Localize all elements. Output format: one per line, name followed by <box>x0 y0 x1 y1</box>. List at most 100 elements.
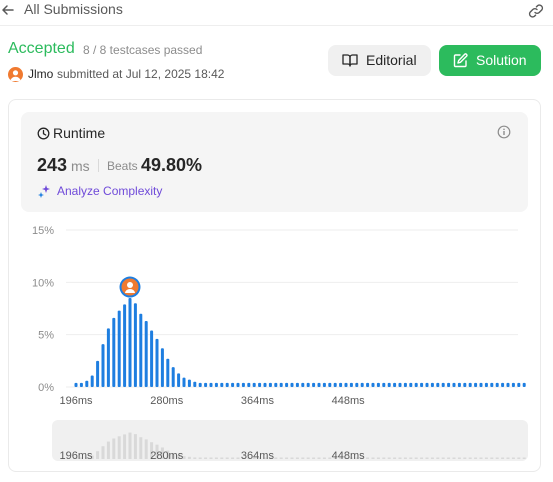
histogram-bar[interactable] <box>204 382 208 387</box>
histogram-bar[interactable] <box>522 382 526 387</box>
histogram-bar[interactable] <box>436 382 440 387</box>
histogram-bar[interactable] <box>339 382 343 387</box>
clock-icon <box>37 127 50 140</box>
histogram-bar[interactable] <box>474 382 478 387</box>
user-icon <box>10 70 21 81</box>
histogram-bar[interactable] <box>220 382 224 387</box>
histogram-bar[interactable] <box>123 304 127 387</box>
histogram-bar[interactable] <box>403 382 407 387</box>
username[interactable]: Jlmo <box>28 67 53 81</box>
histogram-bar[interactable] <box>236 382 240 387</box>
histogram-bar[interactable] <box>193 381 197 387</box>
histogram-bar[interactable] <box>177 373 181 387</box>
histogram-bar[interactable] <box>290 382 294 387</box>
histogram-bar[interactable] <box>344 382 348 387</box>
top-bar: All Submissions <box>0 0 553 26</box>
histogram-bar[interactable] <box>106 328 110 387</box>
histogram-bar[interactable] <box>90 375 94 387</box>
link-icon[interactable] <box>527 3 545 19</box>
histogram-bar[interactable] <box>333 382 337 387</box>
histogram-bar[interactable] <box>295 382 299 387</box>
beats-value: 49.80% <box>141 155 203 175</box>
histogram-bar[interactable] <box>128 298 132 387</box>
histogram-bar[interactable] <box>441 382 445 387</box>
all-submissions-link[interactable]: All Submissions <box>24 1 123 17</box>
histogram-bar[interactable] <box>79 382 83 387</box>
solution-button[interactable]: Solution <box>439 45 541 76</box>
histogram-bar[interactable] <box>166 358 170 387</box>
histogram-bar[interactable] <box>187 379 191 387</box>
histogram-bar[interactable] <box>312 382 316 387</box>
histogram-bar[interactable] <box>484 382 488 387</box>
histogram-bar[interactable] <box>301 382 305 387</box>
histogram-bar[interactable] <box>139 313 143 387</box>
histogram-bar[interactable] <box>214 382 218 387</box>
histogram-bar[interactable] <box>452 382 456 387</box>
histogram-bar[interactable] <box>133 303 137 387</box>
editorial-label: Editorial <box>366 52 417 68</box>
histogram-bar[interactable] <box>425 382 429 387</box>
histogram-bar[interactable] <box>225 382 229 387</box>
histogram-bar[interactable] <box>101 344 105 387</box>
histogram-bar[interactable] <box>252 382 256 387</box>
histogram-bar[interactable] <box>279 382 283 387</box>
histogram-bar[interactable] <box>112 317 116 387</box>
histogram-bar[interactable] <box>85 380 89 387</box>
histogram-bar[interactable] <box>231 382 235 387</box>
histogram-bar[interactable] <box>155 338 159 387</box>
histogram-bar[interactable] <box>285 382 289 387</box>
analyze-complexity-link[interactable]: Analyze Complexity <box>57 184 162 198</box>
histogram-bar[interactable] <box>328 382 332 387</box>
histogram-bar[interactable] <box>366 382 370 387</box>
histogram-bar[interactable] <box>463 382 467 387</box>
histogram-bar[interactable] <box>495 382 499 387</box>
histogram-bar[interactable] <box>468 382 472 387</box>
histogram-bar[interactable] <box>393 382 397 387</box>
histogram-bar[interactable] <box>382 382 386 387</box>
histogram-bar[interactable] <box>371 382 375 387</box>
histogram-bar[interactable] <box>355 382 359 387</box>
histogram-bar[interactable] <box>387 382 391 387</box>
arrow-left-icon[interactable] <box>1 3 15 17</box>
histogram-bar[interactable] <box>96 360 100 387</box>
info-icon[interactable] <box>497 125 511 139</box>
histogram-bar[interactable] <box>241 382 245 387</box>
histogram-bar[interactable] <box>506 382 510 387</box>
histogram-bar[interactable] <box>479 382 483 387</box>
histogram-bar[interactable] <box>182 377 186 387</box>
histogram-bar[interactable] <box>517 382 521 387</box>
histogram-bar[interactable] <box>457 382 461 387</box>
histogram-bar[interactable] <box>322 382 326 387</box>
histogram-bar[interactable] <box>430 382 434 387</box>
histogram-bar[interactable] <box>398 382 402 387</box>
histogram-bar[interactable] <box>209 382 213 387</box>
histogram-bar[interactable] <box>349 382 353 387</box>
histogram-bar[interactable] <box>447 382 451 387</box>
histogram-bar[interactable] <box>263 382 267 387</box>
histogram-bar[interactable] <box>74 382 78 387</box>
histogram-bar[interactable] <box>247 382 251 387</box>
histogram-bar[interactable] <box>501 382 505 387</box>
histogram-bar[interactable] <box>414 382 418 387</box>
histogram-bar[interactable] <box>160 348 164 387</box>
histogram-bar[interactable] <box>274 382 278 387</box>
edit-icon <box>453 53 468 68</box>
histogram-bar[interactable] <box>317 382 321 387</box>
editorial-button[interactable]: Editorial <box>328 45 431 76</box>
histogram-bar[interactable] <box>258 382 262 387</box>
histogram-bar[interactable] <box>511 382 515 387</box>
histogram-bar[interactable] <box>117 310 121 387</box>
chart-navigator[interactable] <box>52 420 528 461</box>
histogram-bar[interactable] <box>490 382 494 387</box>
histogram-bar[interactable] <box>171 367 175 387</box>
histogram-bar[interactable] <box>360 382 364 387</box>
histogram-bar[interactable] <box>150 330 154 387</box>
histogram-bar[interactable] <box>409 382 413 387</box>
histogram-bar[interactable] <box>144 321 148 387</box>
histogram-bar[interactable] <box>420 382 424 387</box>
avatar[interactable] <box>8 67 23 82</box>
histogram-bar[interactable] <box>198 382 202 387</box>
histogram-bar[interactable] <box>306 382 310 387</box>
histogram-bar[interactable] <box>376 382 380 387</box>
histogram-bar[interactable] <box>268 382 272 387</box>
